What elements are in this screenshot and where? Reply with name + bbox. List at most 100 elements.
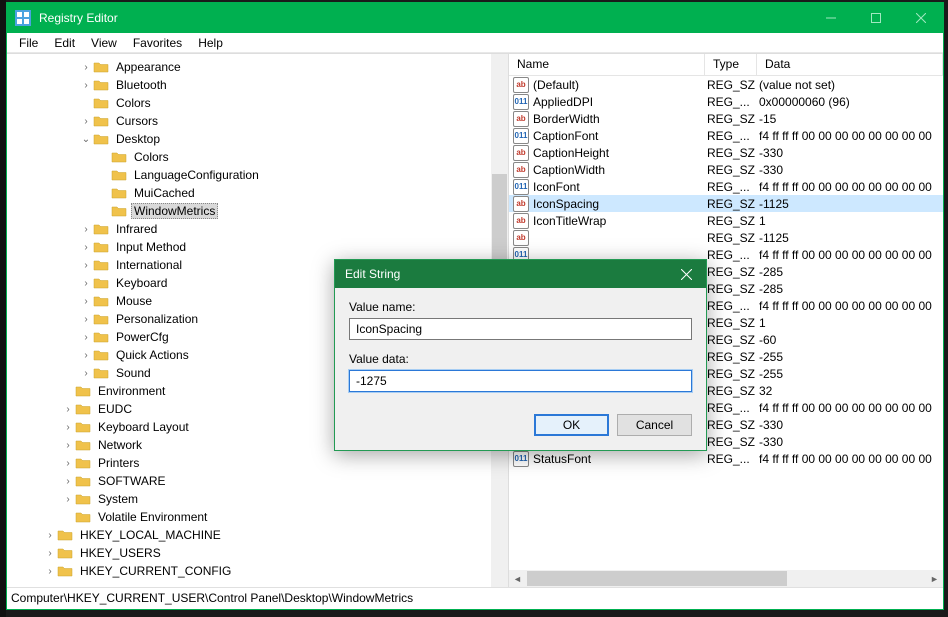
folder-icon <box>75 402 91 416</box>
chevron-down-icon[interactable]: ⌄ <box>79 134 93 145</box>
string-value-icon: ab <box>513 111 529 127</box>
list-row[interactable]: abBorderWidthREG_SZ-15 <box>509 110 943 127</box>
binary-value-icon: 011 <box>513 94 529 110</box>
tree-item[interactable]: ›System <box>7 490 508 508</box>
value-data: f4 ff ff ff 00 00 00 00 00 00 00 00 <box>759 129 943 143</box>
chevron-right-icon[interactable]: › <box>79 332 93 343</box>
chevron-right-icon[interactable]: › <box>61 476 75 487</box>
menu-view[interactable]: View <box>83 34 125 52</box>
tree-item[interactable]: LanguageConfiguration <box>7 166 508 184</box>
chevron-right-icon[interactable]: › <box>61 440 75 451</box>
list-row[interactable]: 011CaptionFontREG_...f4 ff ff ff 00 00 0… <box>509 127 943 144</box>
tree-item-label: Colors <box>113 95 154 111</box>
chevron-right-icon[interactable]: › <box>43 530 57 541</box>
list-row[interactable]: ab(Default)REG_SZ(value not set) <box>509 76 943 93</box>
scroll-right-icon[interactable]: ► <box>926 570 943 587</box>
chevron-right-icon[interactable]: › <box>79 296 93 307</box>
tree-item[interactable]: WindowMetrics <box>7 202 508 220</box>
list-row[interactable]: abIconSpacingREG_SZ-1125 <box>509 195 943 212</box>
value-name-input[interactable] <box>349 318 692 340</box>
column-type[interactable]: Type <box>705 54 757 75</box>
value-data-input[interactable] <box>349 370 692 392</box>
chevron-right-icon[interactable]: › <box>61 422 75 433</box>
list-row[interactable]: abCaptionWidthREG_SZ-330 <box>509 161 943 178</box>
ok-button[interactable]: OK <box>534 414 609 436</box>
chevron-right-icon[interactable]: › <box>43 548 57 559</box>
chevron-right-icon[interactable]: › <box>79 242 93 253</box>
value-name: CaptionWidth <box>533 163 707 177</box>
dialog-close-button[interactable] <box>666 260 706 288</box>
tree-item[interactable]: ›Bluetooth <box>7 76 508 94</box>
folder-icon <box>93 132 109 146</box>
string-value-icon: ab <box>513 162 529 178</box>
folder-icon <box>57 528 73 542</box>
scroll-left-icon[interactable]: ◄ <box>509 570 526 587</box>
value-name-label: Value name: <box>349 300 692 314</box>
menu-edit[interactable]: Edit <box>46 34 83 52</box>
list-row[interactable]: 011AppliedDPIREG_...0x00000060 (96) <box>509 93 943 110</box>
app-icon <box>15 10 31 26</box>
chevron-right-icon[interactable]: › <box>61 404 75 415</box>
tree-item-label: HKEY_LOCAL_MACHINE <box>77 527 224 543</box>
value-data: -285 <box>759 282 943 296</box>
tree-item[interactable]: MuiCached <box>7 184 508 202</box>
chevron-right-icon[interactable]: › <box>61 458 75 469</box>
chevron-right-icon[interactable]: › <box>79 350 93 361</box>
list-row[interactable]: 011IconFontREG_...f4 ff ff ff 00 00 00 0… <box>509 178 943 195</box>
tree-item-label: HKEY_CURRENT_CONFIG <box>77 563 234 579</box>
menu-help[interactable]: Help <box>190 34 231 52</box>
tree-item[interactable]: › HKEY_CURRENT_CONFIG <box>7 562 508 580</box>
titlebar[interactable]: Registry Editor <box>7 3 943 33</box>
chevron-right-icon[interactable]: › <box>79 224 93 235</box>
cancel-button[interactable]: Cancel <box>617 414 692 436</box>
menu-favorites[interactable]: Favorites <box>125 34 190 52</box>
value-name: IconTitleWrap <box>533 214 707 228</box>
tree-item[interactable]: ›HKEY_USERS <box>7 544 508 562</box>
value-type: REG_SZ <box>707 418 759 432</box>
folder-icon <box>111 168 127 182</box>
binary-value-icon: 011 <box>513 179 529 195</box>
folder-icon <box>93 330 109 344</box>
tree-item[interactable]: ›SOFTWARE <box>7 472 508 490</box>
tree-item[interactable]: › HKEY_LOCAL_MACHINE <box>7 526 508 544</box>
tree-item[interactable]: Colors <box>7 94 508 112</box>
maximize-button[interactable] <box>853 3 898 33</box>
chevron-right-icon[interactable]: › <box>61 494 75 505</box>
list-row[interactable]: 011StatusFontREG_...f4 ff ff ff 00 00 00… <box>509 450 943 467</box>
chevron-right-icon[interactable]: › <box>79 260 93 271</box>
folder-icon <box>93 348 109 362</box>
chevron-right-icon[interactable]: › <box>79 278 93 289</box>
tree-item[interactable]: Volatile Environment <box>7 508 508 526</box>
dialog-titlebar[interactable]: Edit String <box>335 260 706 288</box>
dialog-body: Value name: Value data: <box>335 288 706 408</box>
tree-item-label: LanguageConfiguration <box>131 167 262 183</box>
tree-item-label: Network <box>95 437 145 453</box>
column-data[interactable]: Data <box>757 54 943 75</box>
column-name[interactable]: Name <box>509 54 705 75</box>
list-row[interactable]: abCaptionHeightREG_SZ-330 <box>509 144 943 161</box>
list-hscrollbar[interactable]: ◄ ► <box>509 570 943 587</box>
value-type: REG_SZ <box>707 197 759 211</box>
chevron-right-icon[interactable]: › <box>79 368 93 379</box>
list-row[interactable]: abREG_SZ-1125 <box>509 229 943 246</box>
hscroll-thumb[interactable] <box>527 571 787 586</box>
tree-item[interactable]: ⌄Desktop <box>7 130 508 148</box>
tree-item[interactable]: ›Appearance <box>7 58 508 76</box>
tree-item[interactable]: ›Cursors <box>7 112 508 130</box>
chevron-right-icon[interactable]: › <box>79 116 93 127</box>
close-button[interactable] <box>898 3 943 33</box>
tree-item[interactable]: ›Input Method <box>7 238 508 256</box>
chevron-right-icon[interactable]: › <box>79 314 93 325</box>
menu-file[interactable]: File <box>11 34 46 52</box>
minimize-button[interactable] <box>808 3 853 33</box>
value-type: REG_SZ <box>707 435 759 449</box>
chevron-right-icon[interactable]: › <box>79 62 93 73</box>
chevron-right-icon[interactable]: › <box>43 566 57 577</box>
tree-item[interactable]: ›Infrared <box>7 220 508 238</box>
chevron-right-icon[interactable]: › <box>79 80 93 91</box>
tree-item[interactable]: Colors <box>7 148 508 166</box>
list-row[interactable]: abIconTitleWrapREG_SZ1 <box>509 212 943 229</box>
edit-string-dialog: Edit String Value name: Value data: OK C… <box>334 259 707 451</box>
tree-item[interactable]: ›Printers <box>7 454 508 472</box>
folder-icon <box>93 258 109 272</box>
